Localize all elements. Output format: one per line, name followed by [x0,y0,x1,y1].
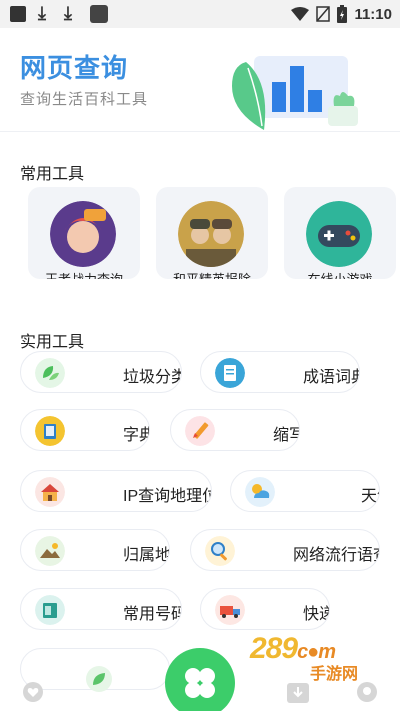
tool-item-label: 天气 [361,488,379,505]
battery-charging-icon [337,5,348,23]
tool-item-label: 垃圾分类 [123,369,182,386]
app-header: 网页查询 查询生活百科工具 [0,28,400,132]
leaf-tab-icon[interactable] [86,666,112,692]
tool-item-label: 快递 [303,606,329,623]
card-label: 在线小游戏 [284,269,396,279]
common-tool-card[interactable]: 王者战力查询 [28,187,140,279]
tool-item-idiom[interactable]: 成语词典 [200,351,360,393]
tool-item-weather[interactable]: 天气 [230,470,380,512]
tool-item-label: 成语词典 [303,369,359,386]
document-icon [215,358,245,388]
tool-item-label: IP查询地理位 [123,488,212,505]
hero-avatar-icon [50,201,116,267]
clover-icon [185,668,215,698]
tool-item-dictionary[interactable]: 字典 [20,409,150,451]
tool-item-common-numbers[interactable]: 常用号码 [20,588,182,630]
common-tools-list: 王者战力查询 和平精英报除 在线小游戏 [28,187,400,282]
wifi-icon [291,7,310,21]
tool-item-label: 常用号码 [123,606,182,623]
watermark-brand: 289 [250,632,298,665]
soldier-avatar-icon [178,201,244,267]
header-illustration-icon [232,56,358,130]
card-label: 王者战力查询 [28,269,140,279]
tool-item-label: 归属地 [123,547,170,564]
status-bar: ⤓ ⤓ 11:10 [0,0,400,28]
download-icon: ⤓ [64,3,72,23]
common-tools-title: 常用工具 [20,166,85,183]
practical-tools-title: 实用工具 [20,334,85,351]
tool-item-express[interactable]: 快递 [200,588,330,630]
common-tool-card[interactable]: 在线小游戏 [284,187,396,279]
notification-square-icon [10,6,26,22]
tool-item-ip-location[interactable]: IP查询地理位 [20,470,212,512]
card-label: 和平精英报除 [156,269,268,279]
tool-item-label: 字典 [123,427,149,444]
gamepad-icon [306,201,372,267]
tool-item-label: 缩写 [273,427,299,444]
tool-item-slang[interactable]: 网络流行语查 [190,529,380,571]
download-tab-icon[interactable] [286,682,310,704]
home-fab-button[interactable] [165,648,235,711]
page-subtitle: 查询生活百科工具 [20,91,149,108]
download-icon: ⤓ [38,3,46,23]
pencil-icon [185,416,215,446]
common-tool-card[interactable]: 和平精英报除 [156,187,268,279]
tool-item-abbreviation[interactable]: 缩写 [170,409,300,451]
phone-book-icon [35,595,65,625]
tool-item-label: 网络流行语查 [293,547,380,564]
magnifier-icon [205,536,235,566]
landscape-icon [35,536,65,566]
house-icon [35,477,65,507]
leaves-icon [35,358,65,388]
truck-icon [215,595,245,625]
app-notification-icon [90,5,108,23]
tool-item-garbage[interactable]: 垃圾分类 [20,351,182,393]
weather-icon [245,477,275,507]
profile-tab-icon[interactable] [356,682,378,702]
clock: 11:10 [354,5,392,23]
no-signal-icon [316,6,331,22]
page-title: 网页查询 [20,53,129,83]
watermark-sub: 手游网 [310,666,359,683]
heart-tab-icon[interactable] [22,682,44,702]
tool-item-attribution[interactable]: 归属地 [20,529,170,571]
book-icon [35,416,65,446]
